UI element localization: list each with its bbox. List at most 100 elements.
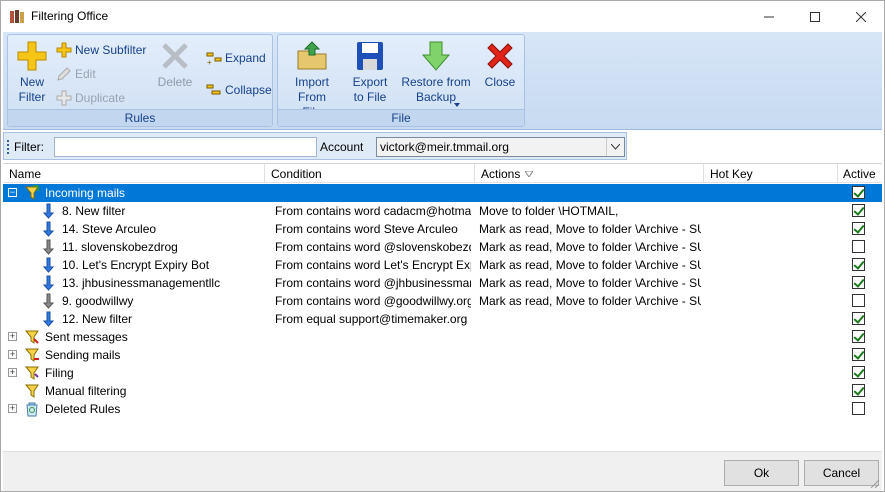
active-checkbox[interactable]	[852, 186, 865, 199]
account-value: victork@meir.tmmail.org	[380, 140, 509, 154]
down-arrow-blue-icon	[42, 221, 55, 237]
table-row[interactable]: 11. slovenskobezdrog From contains word @…	[3, 238, 882, 256]
expand-toggle[interactable]: +	[8, 404, 17, 413]
table-row[interactable]: 14. Steve Arculeo From contains word Stev…	[3, 220, 882, 238]
duplicate-button[interactable]: Duplicate	[56, 88, 125, 108]
active-checkbox[interactable]	[852, 222, 865, 235]
maximize-button[interactable]	[792, 1, 838, 32]
new-subfilter-button[interactable]: New Subfilter	[56, 40, 146, 60]
cancel-button[interactable]: Cancel	[804, 460, 879, 486]
active-checkbox[interactable]	[852, 240, 865, 253]
dropdown-arrow-icon	[454, 103, 460, 107]
collapse-toggle[interactable]: −	[8, 188, 17, 197]
restore-label: Restore from Backup	[401, 75, 471, 104]
rule-condition: From contains word @jhbusinessmana...	[275, 276, 471, 290]
rule-name: Manual filtering	[45, 384, 127, 398]
rule-actions: Mark as read, Move to folder \Archive - …	[479, 276, 701, 290]
rule-condition: From equal support@timemaker.org	[275, 312, 468, 326]
toolbar-grip[interactable]	[7, 140, 10, 154]
table-row[interactable]: 10. Let's Encrypt Expiry Bot From contain…	[3, 256, 882, 274]
filing-folder-icon	[24, 366, 39, 380]
dialog-footer: Ok Cancel	[3, 451, 882, 491]
tree-group-row[interactable]: Manual filtering	[3, 382, 882, 400]
filter-label: Filter:	[14, 140, 44, 154]
active-checkbox[interactable]	[852, 366, 865, 379]
active-checkbox[interactable]	[852, 348, 865, 361]
active-checkbox[interactable]	[852, 330, 865, 343]
tree-group-row[interactable]: + Deleted Rules	[3, 400, 882, 418]
tree-group-row[interactable]: + Filing	[3, 364, 882, 382]
close-button[interactable]: Close	[478, 39, 522, 90]
import-from-file-button[interactable]: Import From File	[284, 39, 340, 120]
ribbon: New Filter New Subfilter Edit Duplicate …	[3, 32, 882, 130]
sort-arrow-icon	[525, 171, 533, 177]
table-row[interactable]: 13. jhbusinessmanagementllc From contains…	[3, 274, 882, 292]
resize-grip-icon[interactable]	[870, 479, 880, 489]
expand-button[interactable]: + Expand	[204, 48, 266, 68]
filter-input[interactable]	[54, 137, 317, 157]
tree-group-row[interactable]: − Incoming mails	[3, 184, 882, 202]
expand-toggle[interactable]: +	[8, 368, 17, 377]
app-icon	[10, 10, 24, 23]
maximize-icon	[810, 11, 820, 22]
file-group-label: File	[278, 109, 524, 126]
collapse-icon	[206, 84, 221, 95]
ok-button[interactable]: Ok	[724, 460, 799, 486]
down-arrow-blue-icon	[42, 275, 55, 291]
table-row[interactable]: 8. New filter From contains word cadacm@h…	[3, 202, 882, 220]
expand-toggle[interactable]: +	[8, 332, 17, 341]
new-filter-button[interactable]: New Filter	[12, 39, 52, 105]
rules-tree-grid: Name Condition Actions Hot Key Active − I…	[3, 163, 882, 451]
rule-name: 12. New filter	[62, 312, 133, 326]
title-bar: Filtering Office	[1, 1, 884, 32]
recycle-bin-icon	[26, 402, 38, 417]
rule-name: Filing	[45, 366, 74, 380]
funnel-icon	[24, 384, 39, 398]
account-label: Account	[320, 140, 364, 154]
rule-actions: Mark as read, Move to folder \Archive - …	[479, 294, 701, 308]
active-checkbox[interactable]	[852, 312, 865, 325]
minimize-button[interactable]	[746, 1, 792, 32]
table-row[interactable]: 12. New filter From equal support@timemak…	[3, 310, 882, 328]
new-subfilter-label: New Subfilter	[75, 43, 147, 57]
active-checkbox[interactable]	[852, 294, 865, 307]
account-select[interactable]: victork@meir.tmmail.org	[376, 137, 625, 157]
rule-condition: From contains word Steve Arculeo	[275, 222, 458, 236]
active-checkbox[interactable]	[852, 384, 865, 397]
col-header-name[interactable]: Name	[9, 167, 41, 181]
restore-from-backup-button[interactable]: Restore from Backup	[398, 39, 474, 107]
collapse-button[interactable]: Collapse	[204, 80, 272, 100]
rule-actions: Move to folder \HOTMAIL,	[479, 204, 619, 218]
filtering-office-window: Filtering Office New Filter New Subfilte…	[0, 0, 885, 492]
active-checkbox[interactable]	[852, 258, 865, 271]
down-arrow-blue-icon	[42, 257, 55, 273]
col-header-hotkey[interactable]: Hot Key	[710, 167, 753, 181]
export-to-file-button[interactable]: Export to File	[346, 39, 394, 105]
tree-group-row[interactable]: + Sending mails	[3, 346, 882, 364]
down-arrow-gray-icon	[42, 239, 55, 255]
col-header-active[interactable]: Active	[843, 167, 876, 181]
account-dropdown-button[interactable]	[606, 138, 624, 156]
delete-x-icon	[162, 43, 188, 69]
close-window-button[interactable]	[838, 1, 884, 32]
filter-toolbar: Filter: Account victork@meir.tmmail.org	[3, 132, 627, 160]
red-x-icon	[487, 43, 513, 69]
delete-button[interactable]: Delete	[155, 39, 195, 90]
active-checkbox[interactable]	[852, 204, 865, 217]
window-title: Filtering Office	[31, 9, 109, 23]
export-label: Export to File	[352, 75, 388, 104]
edit-button[interactable]: Edit	[56, 64, 96, 84]
incoming-folder-icon	[24, 185, 39, 200]
down-arrow-blue-icon	[42, 203, 55, 219]
col-header-condition[interactable]: Condition	[271, 167, 322, 181]
active-checkbox[interactable]	[852, 402, 865, 415]
expand-toggle[interactable]: +	[8, 350, 17, 359]
new-filter-label: New Filter	[18, 75, 46, 104]
tree-group-row[interactable]: + Sent messages	[3, 328, 882, 346]
rule-condition: From contains word @slovenskobezdr...	[275, 240, 471, 254]
rule-name: Sending mails	[45, 348, 121, 362]
col-header-actions[interactable]: Actions	[481, 167, 520, 181]
table-row[interactable]: 9. goodwillwy From contains word @goodwil…	[3, 292, 882, 310]
duplicate-icon	[56, 90, 72, 106]
active-checkbox[interactable]	[852, 276, 865, 289]
